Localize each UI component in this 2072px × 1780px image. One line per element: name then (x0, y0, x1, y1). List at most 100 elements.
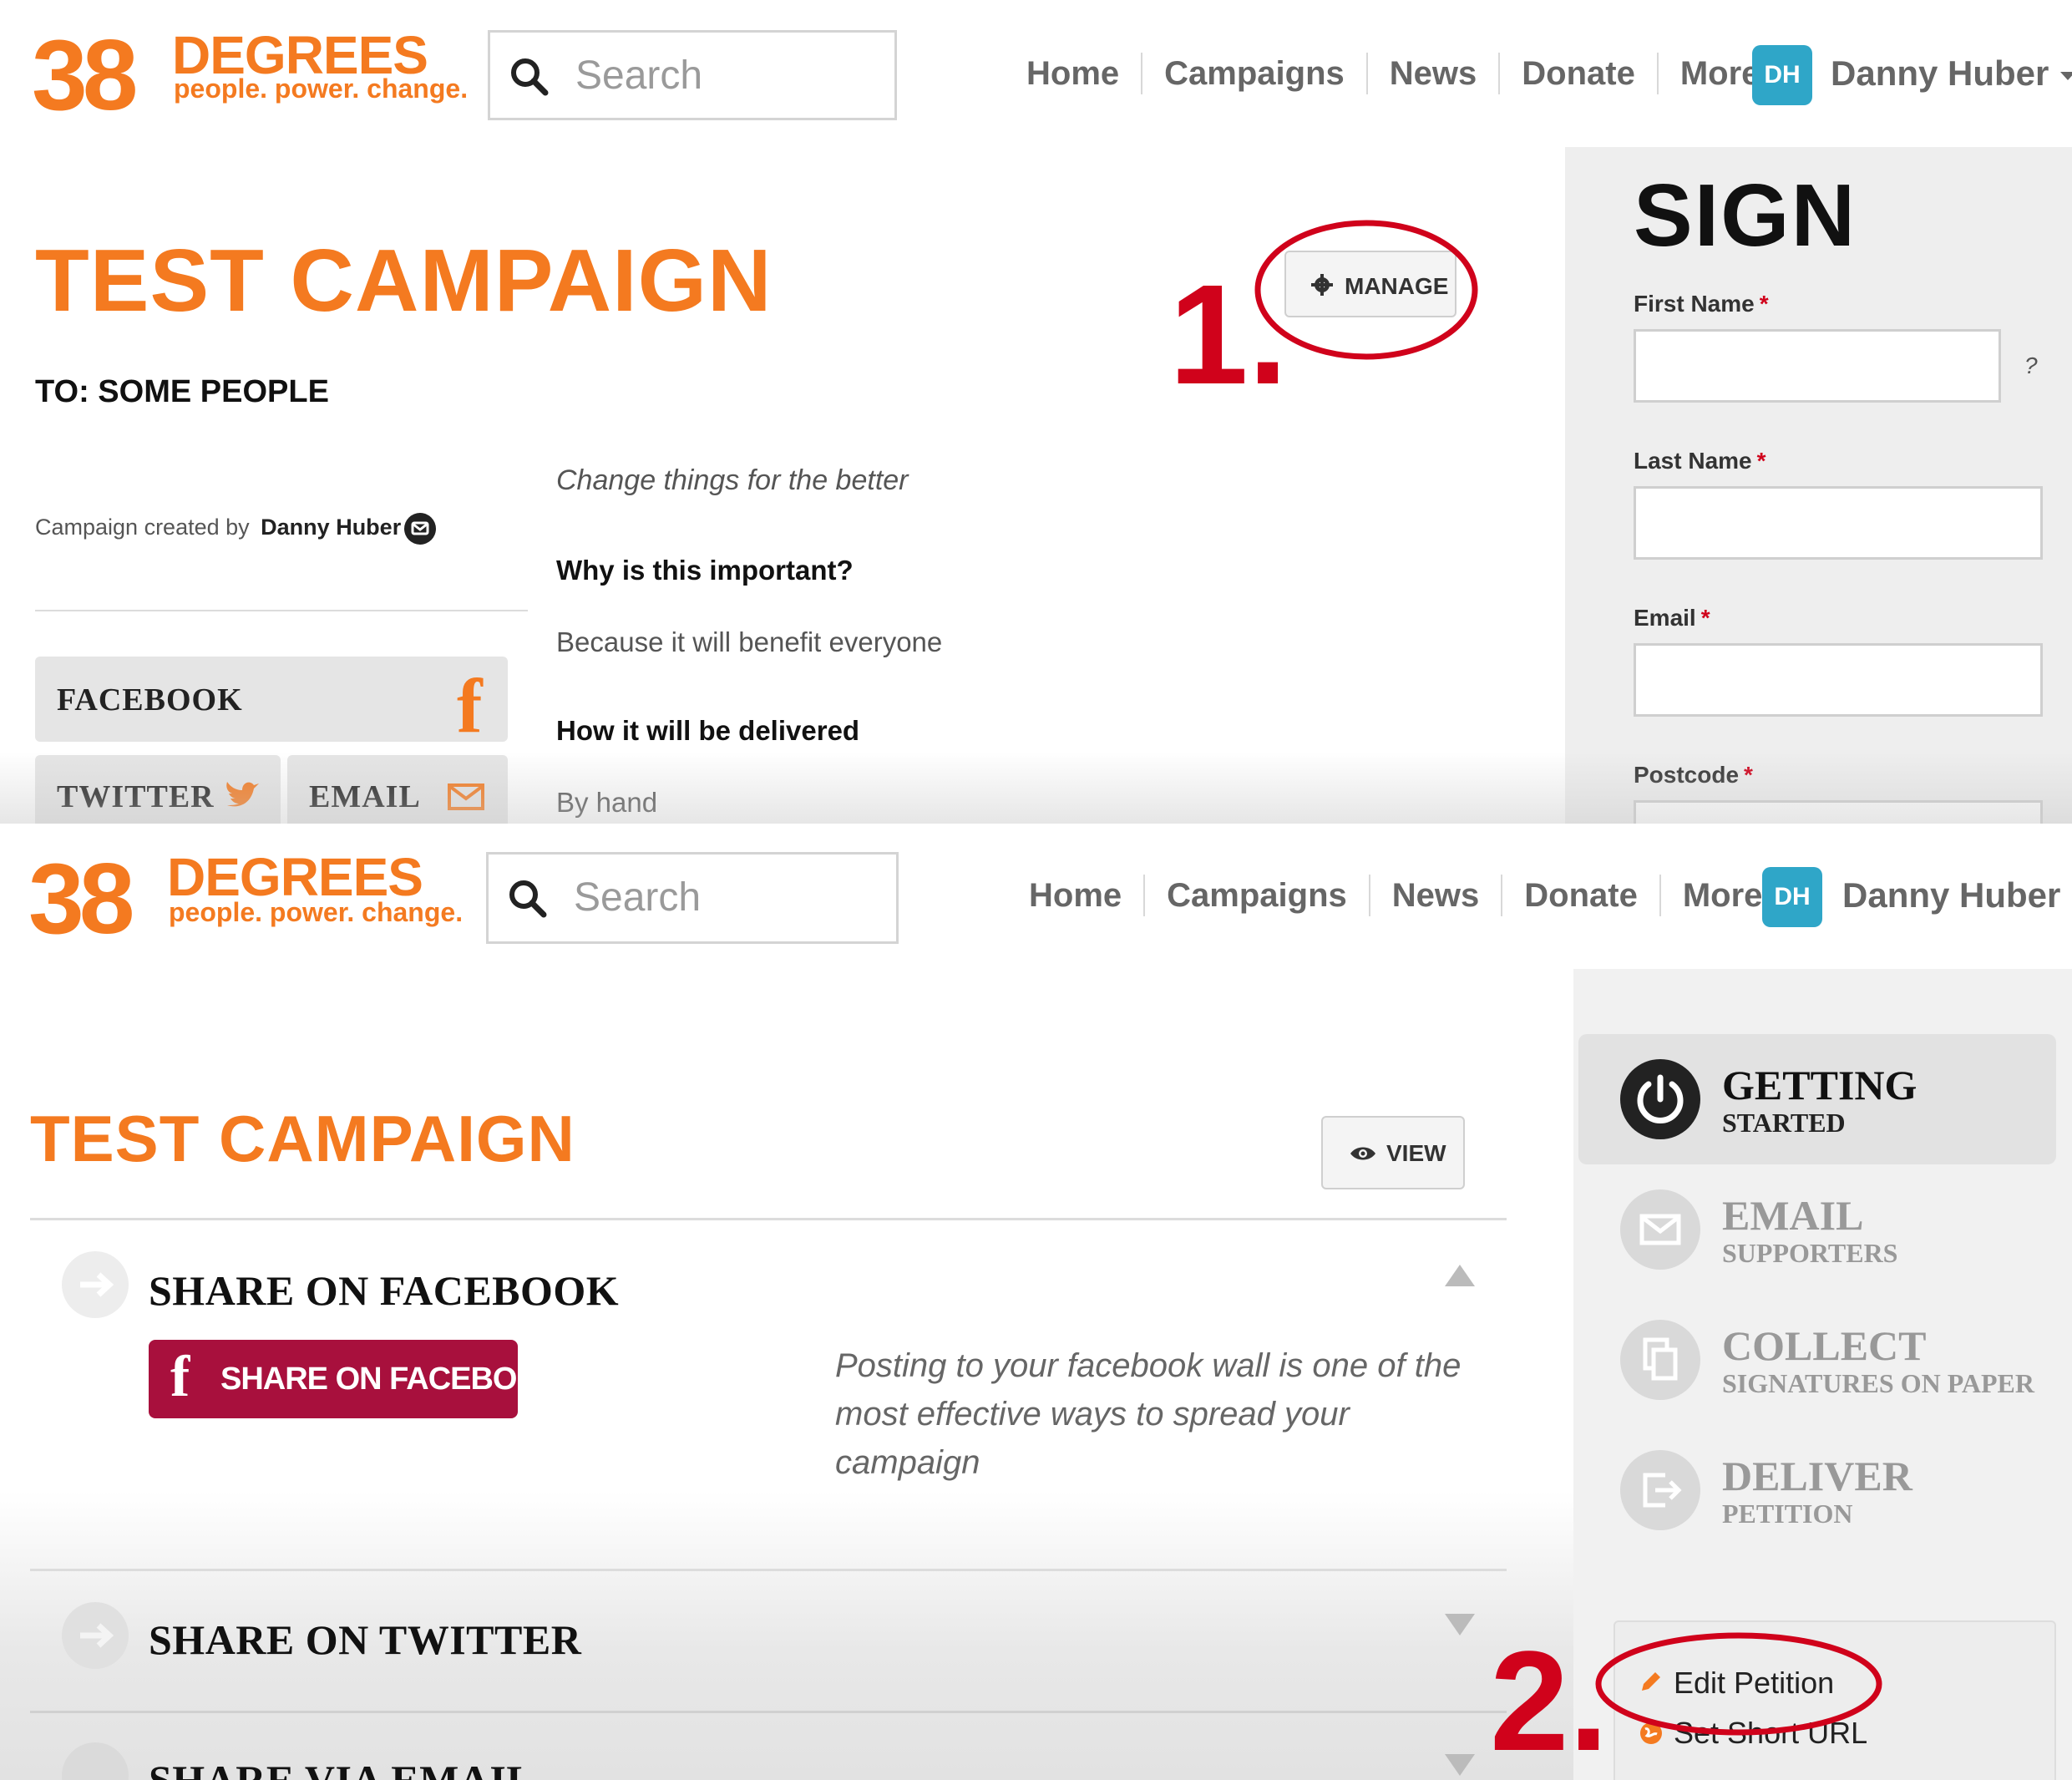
step-subtitle: STARTED (1722, 1108, 1846, 1138)
main-nav: Home Campaigns News Donate More (1026, 48, 1808, 99)
facebook-icon: f (170, 1345, 190, 1409)
arrow-right-icon (62, 1251, 129, 1318)
view-label: VIEW (1386, 1140, 1446, 1166)
logo-tagline: people. power. change. (174, 74, 469, 104)
documents-icon (1620, 1320, 1700, 1400)
last-name-field[interactable] (1634, 486, 2043, 560)
share-on-facebook-button[interactable]: f SHARE ON FACEBOOK (149, 1340, 563, 1418)
section-share-email[interactable]: SHARE VIA EMAIL (149, 1756, 534, 1780)
user-name: Danny Huber (1831, 53, 2049, 93)
postcode-field[interactable] (1634, 800, 2043, 824)
sign-title: SIGN (1634, 166, 1857, 265)
nav-campaigns[interactable]: Campaigns (1143, 875, 1369, 916)
sign-form: SIGN First Name * ? Last Name * Email * Pos… (1565, 147, 2072, 824)
first-name-label: First Name * (1634, 291, 1769, 317)
nav-donate[interactable]: Donate (1498, 53, 1657, 94)
petition-recipient: TO: SOME PEOPLE (35, 374, 329, 409)
logo-tagline: people. power. change. (169, 897, 464, 927)
nav-more-label: More (1682, 877, 1763, 914)
nav-donate[interactable]: Donate (1501, 875, 1659, 916)
user-menu[interactable]: Danny Huber (1842, 875, 2072, 915)
user-menu[interactable]: Danny Huber (1831, 53, 2072, 94)
main-nav: Home Campaigns News Donate More (1029, 870, 1811, 920)
campaign-creator: Campaign created by Danny Huber (35, 515, 401, 540)
envelope-icon (1620, 1189, 1700, 1270)
step-subtitle: SIGNATURES ON PAPER (1722, 1368, 2034, 1398)
eye-icon (1350, 1147, 1375, 1160)
logo-number: 38 (28, 843, 135, 955)
avatar[interactable]: DH (1762, 867, 1822, 927)
step-subtitle: PETITION (1722, 1499, 1853, 1529)
help-icon[interactable]: ? (2024, 352, 2038, 379)
exit-icon (1620, 1450, 1700, 1530)
nav-news[interactable]: News (1368, 875, 1502, 916)
divider (30, 1569, 1507, 1571)
annotation-step-2: 2. (1490, 1622, 1608, 1780)
arrow-right-icon (62, 1742, 129, 1780)
email-field[interactable] (1634, 643, 2043, 717)
delivery-heading: How it will be delivered (556, 715, 860, 746)
first-name-field[interactable] (1634, 329, 2001, 403)
nav-home[interactable]: Home (1026, 53, 1141, 94)
logo-number: 38 (32, 19, 139, 131)
email-label: Email * (1634, 605, 1710, 631)
page-title: TEST CAMPAIGN (35, 231, 773, 330)
divider (30, 1218, 1507, 1220)
facebook-share-label: FACEBOOK (57, 682, 243, 718)
search-input[interactable]: Search (486, 852, 899, 944)
step-title: COLLECT (1722, 1322, 1927, 1369)
nav-campaigns[interactable]: Campaigns (1141, 53, 1366, 94)
share-on-facebook-label: SHARE ON FACEBOOK (220, 1362, 563, 1397)
step-title: GETTING (1722, 1062, 1917, 1108)
search-input[interactable]: Search (488, 30, 897, 120)
contact-creator-icon[interactable] (404, 513, 436, 545)
expand-icon[interactable] (1445, 1754, 1475, 1776)
why-heading: Why is this important? (556, 555, 854, 586)
section-share-twitter[interactable]: SHARE ON TWITTER (149, 1615, 581, 1664)
search-placeholder: Search (574, 875, 702, 920)
petition-summary: Change things for the better (556, 464, 909, 496)
twitter-icon (226, 782, 259, 807)
search-icon (509, 880, 547, 918)
facebook-tip-line: Posting to your facebook wall is one of … (835, 1347, 1462, 1384)
logo-word: DEGREES (167, 847, 423, 907)
user-name: Danny Huber (1842, 875, 2061, 915)
postcode-label: Postcode * (1634, 762, 1753, 788)
section-share-facebook[interactable]: SHARE ON FACEBOOK (149, 1266, 619, 1315)
step-subtitle: SUPPORTERS (1722, 1238, 1898, 1268)
email-share-label: EMAIL (309, 779, 421, 814)
campaign-manage-screenshot: 38 DEGREES people. power. change. Search… (0, 824, 2072, 1780)
avatar[interactable]: DH (1752, 45, 1812, 105)
divider (35, 610, 528, 611)
annotation-circle (1595, 1632, 1882, 1736)
collapse-icon[interactable] (1445, 1265, 1475, 1286)
search-icon (511, 58, 549, 96)
page-title: TEST CAMPAIGN (30, 1102, 575, 1175)
facebook-icon: f (457, 663, 483, 748)
facebook-tip-line: campaign (835, 1444, 980, 1481)
email-share-button[interactable]: EMAIL (287, 755, 508, 824)
search-placeholder: Search (575, 53, 703, 98)
view-button[interactable]: VIEW (1321, 1116, 1465, 1189)
power-icon (1620, 1059, 1700, 1139)
facebook-share-button[interactable]: FACEBOOK f (35, 657, 508, 748)
step-title: DELIVER (1722, 1453, 1912, 1499)
arrow-right-icon (62, 1602, 129, 1669)
why-text: Because it will benefit everyone (556, 626, 943, 657)
divider (30, 1711, 1507, 1713)
nav-more-label: More (1679, 55, 1760, 92)
facebook-tip: Posting to your facebook wall is one of … (835, 1341, 1461, 1487)
twitter-share-button[interactable]: TWITTER (35, 755, 281, 824)
creator-prefix: Campaign created by (35, 515, 250, 540)
campaign-view-screenshot: 38 DEGREES people. power. change. Search… (0, 0, 2072, 824)
creator-name[interactable]: Danny Huber (261, 515, 401, 540)
expand-icon[interactable] (1445, 1614, 1475, 1635)
facebook-tip-line: most effective ways to spread your (835, 1396, 1350, 1433)
step-title: EMAIL (1722, 1192, 1864, 1239)
annotation-circle (1254, 220, 1478, 360)
twitter-share-label: TWITTER (57, 779, 215, 814)
nav-home[interactable]: Home (1029, 875, 1143, 916)
nav-news[interactable]: News (1365, 53, 1499, 94)
chevron-down-icon (2060, 71, 2072, 80)
delivery-text: By hand (556, 787, 658, 818)
